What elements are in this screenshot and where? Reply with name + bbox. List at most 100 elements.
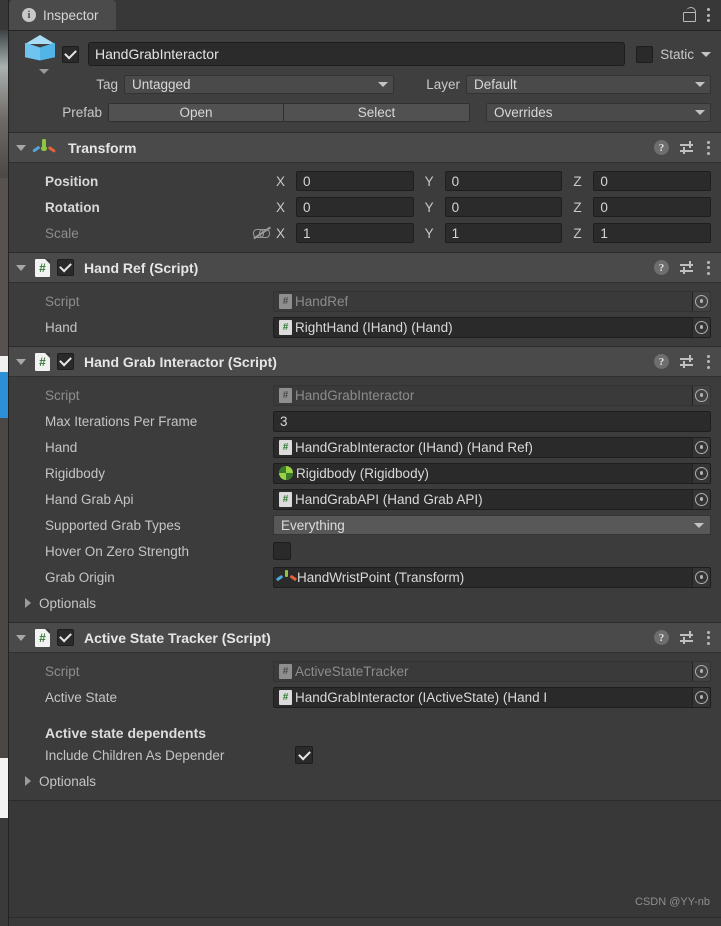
object-picker-icon xyxy=(692,291,710,311)
component-title: Active State Tracker (Script) xyxy=(84,629,271,646)
property-label: Rotation xyxy=(45,199,100,215)
active-state-dependents-header: Active state dependents xyxy=(45,725,207,741)
active-state-object-value: HandGrabInteractor (IActiveState) (Hand … xyxy=(295,689,548,705)
hand-object-field[interactable]: # HandGrabInteractor (IHand) (Hand Ref) xyxy=(273,436,711,458)
object-picker-icon[interactable] xyxy=(692,687,710,707)
tab-inspector[interactable]: i Inspector xyxy=(9,0,116,30)
position-y-input[interactable]: 0 xyxy=(444,171,563,191)
scale-y-input[interactable]: 1 xyxy=(444,223,563,243)
object-picker-icon xyxy=(692,385,710,405)
axis-label-x: X xyxy=(276,225,286,241)
component-header[interactable]: # Active State Tracker (Script) ? xyxy=(9,623,721,653)
object-picker-icon[interactable] xyxy=(692,463,710,483)
kebab-menu-icon[interactable] xyxy=(706,8,710,22)
position-x-input[interactable]: 0 xyxy=(296,171,414,191)
prefab-cube-icon[interactable] xyxy=(18,34,62,74)
grab-origin-object-value: HandWristPoint (Transform) xyxy=(297,569,465,585)
kebab-menu-icon[interactable] xyxy=(706,354,710,369)
property-row-grab-origin: Grab Origin HandWristPoint (Transform) xyxy=(9,566,711,588)
active-state-object-field[interactable]: # HandGrabInteractor (IActiveState) (Han… xyxy=(273,686,711,708)
foldout-arrow-collapsed-icon xyxy=(25,776,31,786)
component-header[interactable]: # Hand Grab Interactor (Script) ? xyxy=(9,347,721,377)
prefab-select-button[interactable]: Select xyxy=(284,103,470,122)
prefab-overrides-dropdown[interactable]: Overrides xyxy=(486,103,711,122)
rotation-z-input[interactable]: 0 xyxy=(593,197,712,217)
rigidbody-object-value: Rigidbody (Rigidbody) xyxy=(296,465,429,481)
supported-grab-types-dropdown[interactable]: Everything xyxy=(273,515,711,535)
layer-value: Default xyxy=(474,77,517,92)
preset-settings-icon[interactable] xyxy=(680,354,695,369)
hand-grab-api-object-value: HandGrabAPI (Hand Grab API) xyxy=(295,491,483,507)
script-icon: # xyxy=(35,628,50,647)
gameobject-name-input[interactable]: HandGrabInteractor xyxy=(88,42,626,66)
hand-grab-api-object-field[interactable]: # HandGrabAPI (Hand Grab API) xyxy=(273,488,711,510)
kebab-menu-icon[interactable] xyxy=(706,140,710,155)
property-row-scale: Scale X 1 Y 1 Z 1 xyxy=(9,222,712,244)
gameobject-enabled-checkbox[interactable] xyxy=(62,45,79,63)
foldout-arrow-icon[interactable] xyxy=(16,634,26,641)
script-object-value: HandGrabInteractor xyxy=(295,387,415,403)
component-transform: Transform ? Position X 0 Y 0 Z 0 Rotatio… xyxy=(9,133,721,253)
optionals-foldout[interactable]: Optionals xyxy=(9,770,711,792)
component-header[interactable]: # Hand Ref (Script) ? xyxy=(9,253,721,283)
transform-axis-icon xyxy=(276,569,297,585)
static-checkbox[interactable] xyxy=(636,45,654,63)
prefab-select-label: Select xyxy=(357,105,396,120)
optionals-foldout[interactable]: Optionals xyxy=(9,592,711,614)
help-icon[interactable]: ? xyxy=(654,140,669,155)
object-picker-icon[interactable] xyxy=(692,489,710,509)
lock-open-icon[interactable] xyxy=(682,7,697,23)
object-picker-icon[interactable] xyxy=(692,437,710,457)
preset-settings-icon[interactable] xyxy=(680,140,695,155)
hover-on-zero-strength-checkbox[interactable] xyxy=(273,542,291,560)
script-object-field: # HandGrabInteractor xyxy=(273,384,711,406)
component-title: Hand Grab Interactor (Script) xyxy=(84,353,277,370)
axis-label-y: Y xyxy=(424,225,434,241)
foldout-arrow-icon[interactable] xyxy=(16,264,26,271)
property-label: Hand xyxy=(45,439,78,455)
kebab-menu-icon[interactable] xyxy=(706,630,710,645)
help-icon[interactable]: ? xyxy=(654,354,669,369)
help-icon[interactable]: ? xyxy=(654,260,669,275)
rotation-x-input[interactable]: 0 xyxy=(296,197,414,217)
component-enabled-checkbox[interactable] xyxy=(57,353,74,370)
optionals-label: Optionals xyxy=(39,773,97,789)
kebab-menu-icon[interactable] xyxy=(706,260,710,275)
tag-dropdown[interactable]: Untagged xyxy=(124,75,394,94)
property-row-max-iterations-per-frame: Max Iterations Per Frame 3 xyxy=(9,410,711,432)
scale-x-input[interactable]: 1 xyxy=(296,223,414,243)
hand-object-value: RightHand (IHand) (Hand) xyxy=(295,319,453,335)
position-z-input[interactable]: 0 xyxy=(593,171,712,191)
tag-value: Untagged xyxy=(132,77,191,92)
component-enabled-checkbox[interactable] xyxy=(57,629,74,646)
object-picker-icon[interactable] xyxy=(692,317,710,337)
rotation-y-input[interactable]: 0 xyxy=(444,197,563,217)
property-row-script: Script # ActiveStateTracker xyxy=(9,660,711,682)
static-dropdown-chevron-icon[interactable] xyxy=(701,51,711,57)
property-row-hand: Hand # RightHand (IHand) (Hand) xyxy=(9,316,711,338)
property-row-script: Script # HandRef xyxy=(9,290,711,312)
axis-label-x: X xyxy=(276,173,286,189)
grab-origin-object-field[interactable]: HandWristPoint (Transform) xyxy=(273,566,711,588)
bottom-bar xyxy=(9,917,721,926)
preset-settings-icon[interactable] xyxy=(680,630,695,645)
include-children-as-depender-checkbox[interactable] xyxy=(295,746,313,764)
prefab-open-button[interactable]: Open xyxy=(108,103,284,122)
scale-z-input[interactable]: 1 xyxy=(593,223,712,243)
property-label: Script xyxy=(45,663,80,679)
layer-dropdown[interactable]: Default xyxy=(466,75,711,94)
max-iterations-per-frame-input[interactable]: 3 xyxy=(273,410,711,432)
component-header[interactable]: Transform ? xyxy=(9,133,721,163)
object-picker-icon[interactable] xyxy=(692,567,710,587)
preset-settings-icon[interactable] xyxy=(680,260,695,275)
help-icon[interactable]: ? xyxy=(654,630,669,645)
broken-link-icon[interactable] xyxy=(253,225,271,241)
component-enabled-checkbox[interactable] xyxy=(57,259,74,276)
rigidbody-object-field[interactable]: Rigidbody (Rigidbody) xyxy=(273,462,711,484)
tab-label: Inspector xyxy=(43,7,99,23)
axis-label-z: Z xyxy=(573,173,582,189)
hand-object-field[interactable]: # RightHand (IHand) (Hand) xyxy=(273,316,711,338)
property-row-position: Position X 0 Y 0 Z 0 xyxy=(9,170,712,192)
foldout-arrow-icon[interactable] xyxy=(16,144,26,151)
foldout-arrow-icon[interactable] xyxy=(16,358,26,365)
